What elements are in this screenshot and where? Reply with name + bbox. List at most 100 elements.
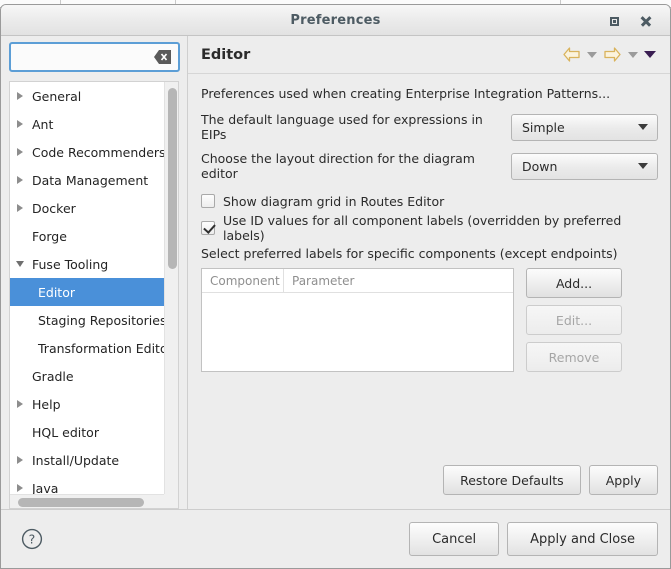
chevron-right-icon[interactable]: [10, 92, 30, 100]
sidebar-item-staging-repositories[interactable]: Staging Repositories: [10, 306, 164, 334]
use-id-values-label: Use ID values for all component labels (…: [223, 213, 658, 243]
table-header-row: Component Parameter: [202, 269, 513, 293]
chevron-down-icon[interactable]: [10, 261, 30, 267]
table-action-buttons: Add... Edit... Remove: [526, 268, 622, 372]
panel-content: Preferences used when creating Enterpris…: [188, 74, 670, 509]
tree-horizontal-scroll-thumb[interactable]: [18, 498, 144, 507]
add-button[interactable]: Add...: [526, 268, 622, 298]
sidebar-item-label: Java: [30, 481, 58, 495]
chevron-down-icon: [638, 124, 648, 130]
sidebar-item-fuse-tooling[interactable]: Fuse Tooling: [10, 250, 164, 278]
sidebar-item-help[interactable]: Help: [10, 390, 164, 418]
sidebar-item-label: HQL editor: [30, 425, 99, 440]
column-header-component[interactable]: Component: [202, 269, 284, 292]
chevron-right-icon[interactable]: [10, 400, 30, 408]
sidebar-item-java[interactable]: Java: [10, 474, 164, 494]
preferred-labels-area: Component Parameter Add... Edit... Remov…: [201, 268, 658, 372]
tree-vertical-scroll-thumb[interactable]: [168, 88, 177, 269]
layout-direction-row: Choose the layout direction for the diag…: [201, 151, 658, 181]
default-language-value: Simple: [522, 120, 638, 135]
sidebar-item-general[interactable]: General: [10, 82, 164, 110]
dialog-title: Preferences: [290, 13, 380, 28]
help-icon[interactable]: ?: [21, 528, 43, 550]
default-language-dropdown[interactable]: Simple: [511, 114, 658, 141]
apply-and-close-button[interactable]: Apply and Close: [507, 522, 658, 556]
sidebar-item-hql-editor[interactable]: HQL editor: [10, 418, 164, 446]
sidebar-item-label: Gradle: [30, 369, 74, 384]
cancel-button[interactable]: Cancel: [409, 522, 499, 556]
chevron-right-icon[interactable]: [10, 484, 30, 492]
forward-history-chevron-down-icon[interactable]: [624, 43, 641, 67]
sidebar-item-editor[interactable]: Editor: [10, 278, 164, 306]
sidebar-item-label: Staging Repositories: [38, 313, 164, 328]
panel-nav-toolbar: [559, 43, 658, 67]
sidebar-item-install-update[interactable]: Install/Update: [10, 446, 164, 474]
restore-defaults-button[interactable]: Restore Defaults: [443, 465, 581, 495]
sidebar-item-label: Install/Update: [30, 453, 119, 468]
remove-button: Remove: [526, 342, 622, 372]
tree-vertical-scrollbar[interactable]: [164, 82, 178, 494]
preferences-tree: General Ant Code Recommenders Data Manageme…: [9, 81, 179, 509]
sidebar-item-label: Forge: [30, 229, 67, 244]
sidebar-item-label: Fuse Tooling: [30, 257, 108, 272]
preferences-dialog: Preferences General Ant Code Recommenders D…: [0, 4, 671, 569]
sidebar-item-label: Code Recommenders: [30, 145, 164, 160]
sidebar-item-label: Help: [30, 397, 61, 412]
sidebar-item-label: Editor: [38, 285, 75, 300]
tree-scroll-corner: [164, 494, 178, 508]
layout-direction-label: Choose the layout direction for the diag…: [201, 151, 511, 181]
maximize-icon[interactable]: [606, 13, 622, 29]
search-field-wrapper: [9, 42, 179, 72]
sidebar-item-label: General: [30, 89, 81, 104]
sidebar-item-label: Ant: [30, 117, 53, 132]
page-title: Editor: [201, 47, 559, 63]
forward-arrow-icon[interactable]: [600, 43, 624, 67]
sidebar-item-gradle[interactable]: Gradle: [10, 362, 164, 390]
show-grid-checkbox-row[interactable]: Show diagram grid in Routes Editor: [201, 190, 658, 212]
chevron-down-icon: [638, 163, 648, 169]
panel-footer-buttons: Restore Defaults Apply: [443, 465, 658, 495]
chevron-right-icon[interactable]: [10, 456, 30, 464]
view-menu-icon[interactable]: [641, 43, 658, 67]
sidebar-item-ant[interactable]: Ant: [10, 110, 164, 138]
sidebar-item-label: Data Management: [30, 173, 148, 188]
back-history-chevron-down-icon[interactable]: [583, 43, 600, 67]
edit-button: Edit...: [526, 305, 622, 335]
use-id-values-checkbox[interactable]: [201, 221, 215, 235]
chevron-right-icon[interactable]: [10, 148, 30, 156]
sidebar-item-transformation-editor[interactable]: Transformation Editor: [10, 334, 164, 362]
clear-search-icon[interactable]: [154, 50, 171, 64]
show-grid-checkbox[interactable]: [201, 194, 215, 208]
dialog-body: General Ant Code Recommenders Data Manageme…: [1, 36, 670, 509]
show-grid-label: Show diagram grid in Routes Editor: [223, 194, 444, 209]
sidebar-item-label: Transformation Editor: [38, 341, 164, 356]
back-arrow-icon[interactable]: [559, 43, 583, 67]
sidebar-item-code-recommenders[interactable]: Code Recommenders: [10, 138, 164, 166]
preferences-panel: Editor: [188, 36, 670, 509]
svg-text:?: ?: [29, 532, 36, 547]
chevron-right-icon[interactable]: [10, 204, 30, 212]
dialog-action-buttons: Cancel Apply and Close: [409, 522, 658, 556]
tree-horizontal-scrollbar[interactable]: [10, 494, 164, 508]
column-header-parameter[interactable]: Parameter: [284, 269, 513, 292]
sidebar-item-forge[interactable]: Forge: [10, 222, 164, 250]
chevron-right-icon[interactable]: [10, 176, 30, 184]
panel-header: Editor: [188, 36, 670, 74]
default-language-row: The default language used for expression…: [201, 112, 658, 142]
preferences-sidebar: General Ant Code Recommenders Data Manageme…: [1, 36, 188, 509]
close-icon[interactable]: [638, 13, 654, 29]
dialog-bottom-bar: ? Cancel Apply and Close: [1, 509, 670, 568]
sidebar-item-docker[interactable]: Docker: [10, 194, 164, 222]
default-language-label: The default language used for expression…: [201, 112, 511, 142]
chevron-right-icon[interactable]: [10, 120, 30, 128]
preferences-tree-list: General Ant Code Recommenders Data Manageme…: [10, 82, 164, 494]
use-id-values-checkbox-row[interactable]: Use ID values for all component labels (…: [201, 217, 658, 239]
sidebar-item-data-management[interactable]: Data Management: [10, 166, 164, 194]
panel-description: Preferences used when creating Enterpris…: [201, 86, 658, 101]
apply-button[interactable]: Apply: [589, 465, 658, 495]
layout-direction-value: Down: [522, 159, 638, 174]
sidebar-item-label: Docker: [30, 201, 76, 216]
preferred-labels-table[interactable]: Component Parameter: [201, 268, 514, 372]
dialog-titlebar: Preferences: [1, 5, 670, 36]
layout-direction-dropdown[interactable]: Down: [511, 153, 658, 180]
